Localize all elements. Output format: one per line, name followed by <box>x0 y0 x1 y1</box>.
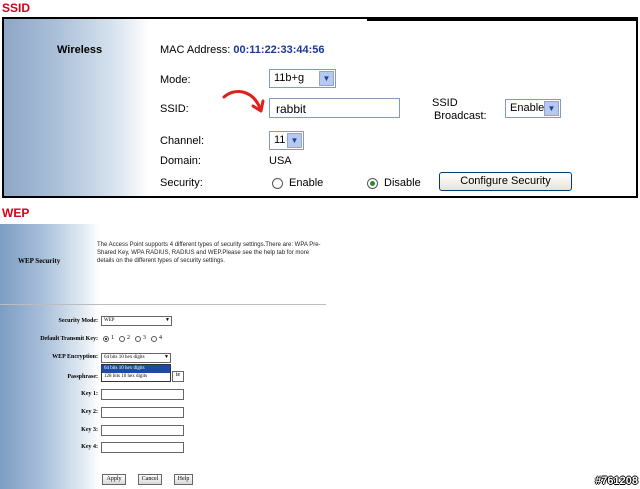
wireless-sidebar-label: Wireless <box>57 44 103 56</box>
key-2-input[interactable] <box>101 407 184 418</box>
key-2-label: Key 2: <box>81 409 98 415</box>
wep-sidebar-label: WEP Security <box>18 257 61 265</box>
mac-address-label: MAC Address: <box>160 44 231 56</box>
transmit-key-1-radio[interactable] <box>103 336 109 342</box>
ssid-input-value: rabbit <box>276 102 307 116</box>
channel-select-value: 11 <box>274 134 286 146</box>
wep-encryption-label: WEP Encryption: <box>52 354 98 360</box>
ssid-broadcast-label: SSID Broadcast: <box>432 97 487 123</box>
wep-encryption-value: 64 bits 10 hex digits <box>104 355 145 360</box>
wep-description: The Access Point supports 4 different ty… <box>97 242 321 264</box>
transmit-key-4-radio[interactable] <box>151 336 157 342</box>
mac-address-value: 00:11:22:33:44:56 <box>233 44 325 56</box>
channel-label: Channel: <box>160 135 205 147</box>
wireless-sidebar: Wireless <box>4 19 149 196</box>
security-mode-value: WEP <box>104 318 115 323</box>
chevron-down-icon[interactable]: ▼ <box>165 317 170 323</box>
encryption-option-64[interactable]: 64 bits 10 hex digits <box>102 365 170 373</box>
wep-divider <box>0 304 326 305</box>
wep-encryption-select[interactable]: 64 bits 10 hex digits ▼ <box>101 353 171 363</box>
security-enable-label: Enable <box>289 177 324 189</box>
chevron-down-icon[interactable]: ▼ <box>287 133 302 148</box>
domain-label: Domain: <box>160 155 201 167</box>
ssid-panel: Wireless MAC Address: 00:11:22:33:44:56 … <box>2 17 638 198</box>
chevron-down-icon[interactable]: ▼ <box>319 71 334 86</box>
ssid-section-title: SSID <box>2 1 31 15</box>
key-4-label: Key 4: <box>81 444 98 450</box>
top-divider <box>367 19 636 21</box>
encryption-option-128[interactable]: 128 bits 10 hex digits <box>102 373 170 381</box>
domain-value: USA <box>269 155 292 167</box>
transmit-key-4-label: 4 <box>159 335 162 341</box>
transmit-key-2-label: 2 <box>127 335 130 341</box>
mac-address-row: MAC Address: 00:11:22:33:44:56 <box>160 44 325 56</box>
chevron-down-icon[interactable]: ▼ <box>164 354 169 360</box>
red-arrow-annotation-icon <box>222 90 265 113</box>
chevron-down-icon[interactable]: ▼ <box>544 101 559 116</box>
transmit-key-3-radio[interactable] <box>135 336 141 342</box>
mode-select-value: 11b+g <box>274 72 305 84</box>
security-mode-select[interactable]: WEP ▼ <box>101 316 172 326</box>
apply-button[interactable]: Apply <box>102 474 126 485</box>
security-disable-label: Disable <box>384 177 421 189</box>
mode-select[interactable]: 11b+g ▼ <box>269 69 336 88</box>
passphrase-label: Passphrase: <box>67 374 98 380</box>
transmit-key-1-label: 1 <box>111 335 114 341</box>
ssid-broadcast-select[interactable]: Enable ▼ <box>505 99 561 118</box>
transmit-key-label: Default Transmit Key: <box>40 336 98 342</box>
wep-panel: WEP Security The Access Point supports 4… <box>0 224 326 489</box>
watermark: #761208 <box>595 475 638 487</box>
key-3-label: Key 3: <box>81 427 98 433</box>
key-4-input[interactable] <box>101 442 184 453</box>
transmit-key-2-radio[interactable] <box>119 336 125 342</box>
mode-label: Mode: <box>160 74 191 86</box>
wep-section-title: WEP <box>2 206 30 220</box>
configure-security-button[interactable]: Configure Security <box>439 172 572 191</box>
ssid-label: SSID: <box>160 103 189 115</box>
generate-button[interactable]: te <box>172 371 184 382</box>
security-enable-radio[interactable] <box>272 178 283 189</box>
key-3-input[interactable] <box>101 425 184 436</box>
channel-select[interactable]: 11 ▼ <box>269 131 304 150</box>
ssid-broadcast-value: Enable <box>510 102 545 114</box>
key-1-input[interactable] <box>101 389 184 400</box>
transmit-key-3-label: 3 <box>143 335 146 341</box>
help-button[interactable]: Help <box>174 474 193 485</box>
ssid-broadcast-label-line2: Broadcast: <box>434 110 487 122</box>
ssid-broadcast-label-line1: SSID <box>432 97 458 109</box>
cancel-button[interactable]: Cancel <box>138 474 162 485</box>
security-mode-label: Security Mode: <box>58 318 99 324</box>
wep-encryption-dropdown[interactable]: 64 bits 10 hex digits 128 bits 10 hex di… <box>101 364 171 382</box>
security-disable-radio[interactable] <box>367 178 378 189</box>
ssid-input[interactable]: rabbit <box>269 98 400 118</box>
key-1-label: Key 1: <box>81 391 98 397</box>
security-label: Security: <box>160 177 203 189</box>
